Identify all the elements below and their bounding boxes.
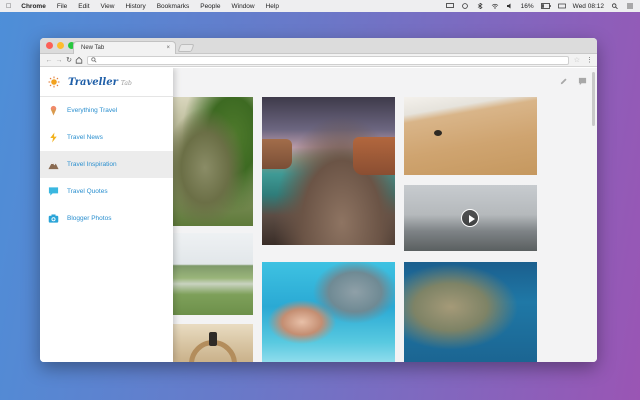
sidebar-item-label: Everything Travel xyxy=(67,107,118,114)
back-icon[interactable]: ← xyxy=(44,57,54,64)
reload-icon[interactable]: ↻ xyxy=(64,56,74,64)
new-tab-button[interactable] xyxy=(177,44,195,52)
menu-file[interactable]: File xyxy=(57,3,67,10)
bluetooth-icon[interactable] xyxy=(476,3,484,9)
photo-coastal-rock[interactable] xyxy=(262,97,395,245)
turtle-shape xyxy=(434,130,442,136)
scrollbar[interactable] xyxy=(592,72,595,126)
wifi-icon[interactable] xyxy=(491,3,499,9)
ice-cream-icon xyxy=(47,105,59,117)
browser-menu-icon[interactable]: ⋮ xyxy=(586,56,593,64)
comment-icon[interactable] xyxy=(578,77,587,86)
menu-view[interactable]: View xyxy=(101,3,115,10)
minimize-window-button[interactable] xyxy=(57,42,64,49)
menu-edit[interactable]: Edit xyxy=(78,3,89,10)
tab-strip: New Tab × xyxy=(40,38,597,54)
sun-logo-icon xyxy=(48,76,60,88)
camera-icon xyxy=(47,213,59,225)
battery-percent: 16% xyxy=(520,2,534,10)
menu-app-name[interactable]: Chrome xyxy=(21,3,46,10)
new-tab-page: Traveller Tab Everything Travel Travel N… xyxy=(40,68,597,362)
notification-center-icon[interactable] xyxy=(626,3,634,9)
apple-icon[interactable]:  xyxy=(6,3,11,10)
address-bar[interactable] xyxy=(87,55,569,65)
keyboard-icon[interactable] xyxy=(557,3,566,9)
lightning-icon xyxy=(47,132,59,144)
cliff-shape xyxy=(353,137,395,175)
browser-toolbar: ← → ↻ ☆ ⋮ xyxy=(40,54,597,67)
home-icon[interactable] xyxy=(74,56,84,64)
search-icon xyxy=(91,57,97,63)
menu-history[interactable]: History xyxy=(125,3,145,10)
tab-new-tab[interactable]: New Tab × xyxy=(73,41,176,54)
sidebar-item-label: Blogger Photos xyxy=(67,215,112,222)
volume-icon[interactable] xyxy=(506,3,514,9)
sidebar-item-travel-news[interactable]: Travel News xyxy=(40,124,173,151)
tab-close-icon[interactable]: × xyxy=(166,45,170,51)
tab-title: New Tab xyxy=(81,45,105,51)
sidebar-item-travel-inspiration[interactable]: Travel Inspiration xyxy=(40,151,173,178)
search-icon[interactable] xyxy=(611,3,619,9)
play-icon[interactable] xyxy=(461,209,479,227)
photo-video-thumbnail[interactable] xyxy=(404,185,537,251)
mountain-icon xyxy=(47,159,59,171)
brand-name: Traveller xyxy=(68,76,118,88)
browser-window: New Tab × ← → ↻ ☆ ⋮ Traveller Tab Everyt… xyxy=(40,38,597,362)
sidebar: Traveller Tab Everything Travel Travel N… xyxy=(40,68,173,362)
lamp-shape xyxy=(209,332,217,346)
menu-help[interactable]: Help xyxy=(266,3,279,10)
timemachine-icon[interactable] xyxy=(461,3,469,9)
photo-rice-field[interactable] xyxy=(173,233,253,315)
sidebar-item-travel-quotes[interactable]: Travel Quotes xyxy=(40,178,173,205)
clock[interactable]: Wed 08:12 xyxy=(573,3,604,10)
sidebar-item-label: Travel Inspiration xyxy=(67,161,117,168)
page-actions xyxy=(559,77,587,86)
brand-subtitle: Tab xyxy=(120,80,132,87)
cliff-left-shape xyxy=(262,139,292,169)
menu-people[interactable]: People xyxy=(200,3,220,10)
speech-bubble-icon xyxy=(47,186,59,198)
mac-menu-bar:  Chrome File Edit View History Bookmark… xyxy=(0,0,640,12)
display-icon[interactable] xyxy=(445,3,454,9)
photo-diver-fish[interactable] xyxy=(404,262,537,362)
sidebar-item-blogger-photos[interactable]: Blogger Photos xyxy=(40,205,173,232)
pencil-icon[interactable] xyxy=(559,77,568,86)
photo-arch-lamp[interactable] xyxy=(173,324,253,362)
bookmark-star-icon[interactable]: ☆ xyxy=(574,56,580,64)
photo-dolphin-swim[interactable] xyxy=(262,262,395,362)
sidebar-item-label: Travel News xyxy=(67,134,103,141)
sidebar-item-everything-travel[interactable]: Everything Travel xyxy=(40,97,173,124)
photo-twisted-tree[interactable] xyxy=(173,97,253,226)
photo-turtle-beach[interactable] xyxy=(404,97,537,175)
window-controls xyxy=(46,42,75,49)
brand-header[interactable]: Traveller Tab xyxy=(40,68,173,97)
battery-icon[interactable] xyxy=(540,3,551,9)
forward-icon[interactable]: → xyxy=(54,57,64,64)
menu-bookmarks[interactable]: Bookmarks xyxy=(157,3,190,10)
close-window-button[interactable] xyxy=(46,42,53,49)
sidebar-item-label: Travel Quotes xyxy=(67,188,108,195)
status-area: 16% Wed 08:12 xyxy=(445,2,634,10)
menu-window[interactable]: Window xyxy=(231,3,254,10)
